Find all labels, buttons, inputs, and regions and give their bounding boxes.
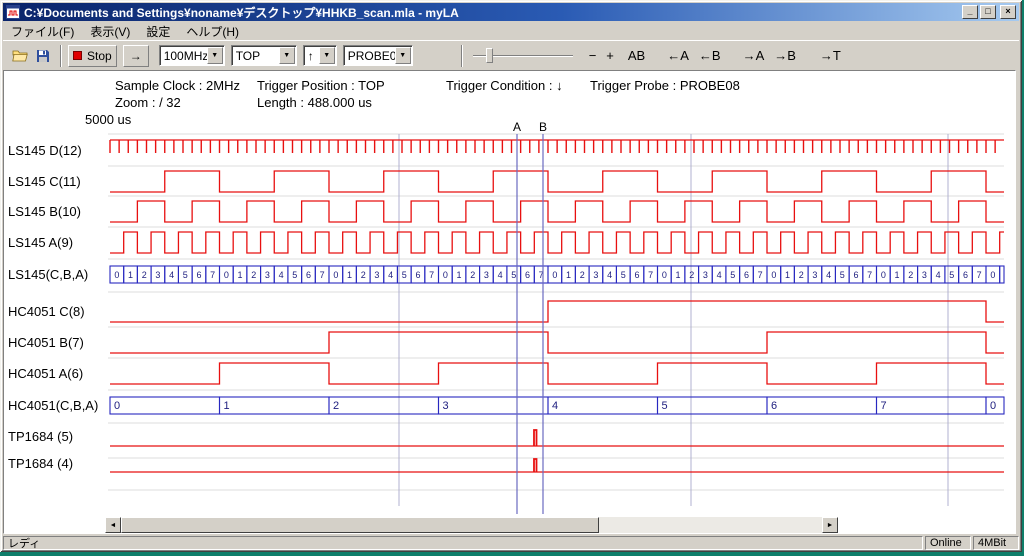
app-icon xyxy=(6,5,20,19)
scroll-left-arrow-icon[interactable]: ◄ xyxy=(105,517,121,533)
sample-clock-info: Sample Clock : 2MHz xyxy=(115,78,240,93)
trigger-condition-info: Trigger Condition : ↓ xyxy=(446,78,563,93)
zoom-slider[interactable] xyxy=(473,45,573,67)
chevron-down-icon[interactable]: ▼ xyxy=(207,47,223,64)
open-file-button[interactable] xyxy=(8,45,32,67)
menu-view[interactable]: 表示(V) xyxy=(82,22,138,41)
waveform-panel[interactable] xyxy=(3,70,1016,534)
menu-file[interactable]: ファイル(F) xyxy=(3,22,82,41)
trigger-position-select[interactable]: TOP ▼ xyxy=(231,45,297,66)
time-origin-label: 5000 us xyxy=(85,112,131,127)
trigger-edge-value: ↑ xyxy=(304,49,319,63)
stop-label: Stop xyxy=(87,49,112,63)
trigger-position-info: Trigger Position : TOP xyxy=(257,78,385,93)
status-online: Online xyxy=(925,536,971,550)
zoom-slider-handle[interactable] xyxy=(486,48,493,63)
sample-clock-select[interactable]: 100MHz ▼ xyxy=(159,45,225,66)
trigger-position-value: TOP xyxy=(232,49,279,63)
goto-cursor-a-left-button[interactable]: ←A xyxy=(663,45,693,67)
minimize-button[interactable]: _ xyxy=(962,5,978,19)
zoom-out-button[interactable]: − xyxy=(585,45,601,67)
scrollbar-thumb[interactable] xyxy=(121,517,599,533)
length-info: Length : 488.000 us xyxy=(257,95,372,110)
window-title: C:¥Documents and Settings¥noname¥デスクトップ¥… xyxy=(24,4,960,21)
sample-clock-value: 100MHz xyxy=(160,49,207,63)
cursor-ab-button[interactable]: AB xyxy=(624,45,649,67)
trigger-probe-value: PROBE00 xyxy=(344,49,395,63)
goto-trigger-button[interactable]: →T xyxy=(816,45,845,67)
trigger-edge-select[interactable]: ↑ ▼ xyxy=(303,45,337,66)
menu-settings[interactable]: 設定 xyxy=(138,22,178,41)
goto-cursor-b-left-button[interactable]: ←B xyxy=(695,45,725,67)
trigger-probe-select[interactable]: PROBE00 ▼ xyxy=(343,45,413,66)
stop-icon xyxy=(73,51,82,60)
maximize-button[interactable]: □ xyxy=(980,5,996,19)
app-window: C:¥Documents and Settings¥noname¥デスクトップ¥… xyxy=(0,0,1022,552)
run-button[interactable]: → xyxy=(123,45,149,67)
save-file-button[interactable] xyxy=(32,45,54,67)
menubar: ファイル(F) 表示(V) 設定 ヘルプ(H) xyxy=(3,22,1019,40)
close-button[interactable]: × xyxy=(1000,5,1016,19)
goto-cursor-a-right-button[interactable]: →A xyxy=(739,45,769,67)
trigger-probe-info: Trigger Probe : PROBE08 xyxy=(590,78,740,93)
menu-help[interactable]: ヘルプ(H) xyxy=(178,22,247,41)
toolbar: Stop → 100MHz ▼ TOP ▼ ↑ ▼ PROBE00 ▼ − + … xyxy=(3,40,1019,70)
status-ready: レディ xyxy=(3,536,923,550)
status-memory: 4MBit xyxy=(973,536,1019,550)
chevron-down-icon[interactable]: ▼ xyxy=(319,47,335,64)
save-floppy-icon xyxy=(36,49,50,63)
scroll-right-arrow-icon[interactable]: ► xyxy=(822,517,838,533)
statusbar: レディ Online 4MBit xyxy=(3,536,1019,550)
goto-cursor-b-right-button[interactable]: →B xyxy=(770,45,800,67)
toolbar-separator xyxy=(60,45,62,67)
chevron-down-icon[interactable]: ▼ xyxy=(279,47,295,64)
toolbar-separator xyxy=(461,45,463,67)
zoom-in-button[interactable]: + xyxy=(602,45,618,67)
zoom-info: Zoom : / 32 xyxy=(115,95,181,110)
horizontal-scrollbar[interactable]: ◄ ► xyxy=(105,517,838,533)
titlebar[interactable]: C:¥Documents and Settings¥noname¥デスクトップ¥… xyxy=(3,3,1019,21)
stop-button[interactable]: Stop xyxy=(68,45,117,67)
open-folder-icon xyxy=(12,49,28,62)
chevron-down-icon[interactable]: ▼ xyxy=(395,47,411,64)
